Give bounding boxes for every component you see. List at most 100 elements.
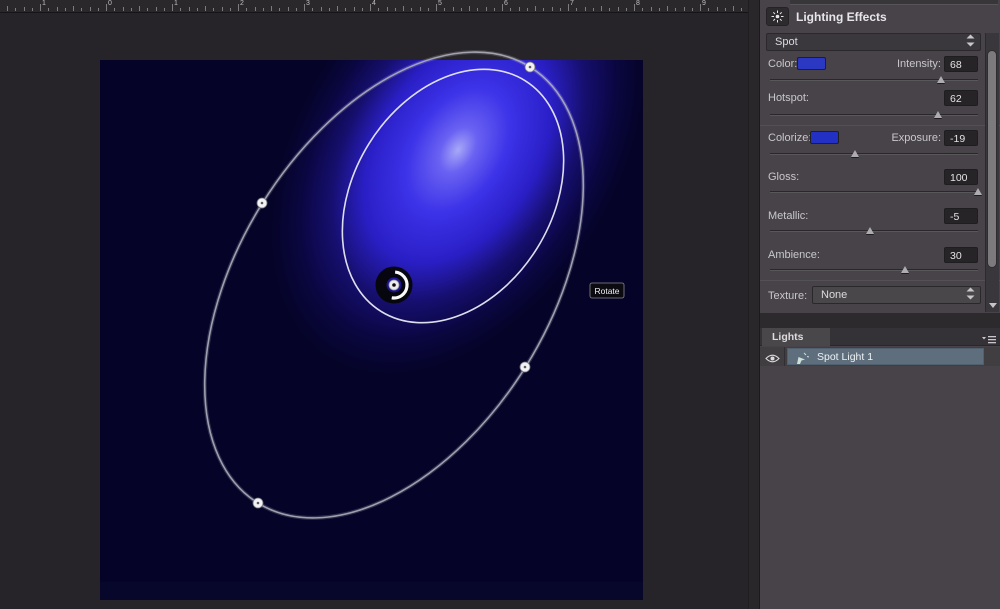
scrollbar-thumb[interactable] <box>987 50 997 268</box>
ruler-tick <box>444 8 445 11</box>
ruler-tick <box>733 6 734 11</box>
ruler-tick <box>98 8 99 11</box>
document-canvas[interactable]: Rotate <box>0 0 760 609</box>
panel-scrollbar[interactable] <box>985 33 999 312</box>
ruler-tick <box>527 8 528 11</box>
light-item-selected[interactable]: Spot Light 1 <box>787 348 984 365</box>
metallic-slider-thumb[interactable] <box>866 227 874 234</box>
intensity-slider-thumb[interactable] <box>937 76 945 83</box>
texture-value: None <box>821 289 847 301</box>
ruler-number: 2 <box>240 0 244 7</box>
ruler-tick <box>172 4 173 11</box>
ruler-tick <box>32 8 33 11</box>
ambience-slider[interactable] <box>770 266 978 275</box>
handle-left[interactable] <box>257 198 267 208</box>
ruler-tick <box>65 8 66 11</box>
ruler-tick <box>131 8 132 11</box>
gloss-slider-thumb[interactable] <box>974 188 982 195</box>
rotate-tooltip-label: Rotate <box>594 286 619 296</box>
ruler-tick <box>205 6 206 11</box>
handle-top[interactable] <box>525 62 535 72</box>
ruler-tick <box>189 7 190 11</box>
ruler-tick <box>486 7 487 11</box>
light-type-dropdown[interactable]: Spot <box>766 33 981 51</box>
separator <box>760 280 1000 281</box>
ruler-tick <box>601 6 602 11</box>
hotspot-slider-thumb[interactable] <box>934 111 942 118</box>
ruler-number: 4 <box>372 0 376 7</box>
ruler-tick <box>568 4 569 11</box>
colorize-swatch[interactable] <box>810 131 839 144</box>
hotspot-label: Hotspot: <box>768 92 809 104</box>
tab-lights[interactable]: Lights <box>762 328 830 346</box>
ruler-tick <box>246 8 247 11</box>
ruler-tick <box>675 8 676 11</box>
ruler-tick <box>147 8 148 11</box>
ambience-slider-thumb[interactable] <box>901 266 909 273</box>
ruler-tick <box>362 8 363 11</box>
light-item-label: Spot Light 1 <box>817 351 873 363</box>
ruler-tick <box>106 4 107 11</box>
texture-label: Texture: <box>768 290 807 302</box>
ruler-tick <box>123 7 124 11</box>
hotspot-slider[interactable] <box>770 111 978 120</box>
gloss-value[interactable]: 100 <box>944 169 978 185</box>
ruler-tick <box>667 6 668 11</box>
ruler-tick <box>560 8 561 11</box>
exposure-label: Exposure: <box>871 132 941 144</box>
ruler-tick <box>329 8 330 11</box>
ruler-tick <box>543 8 544 11</box>
ruler-tick <box>378 8 379 11</box>
ruler-number: 7 <box>570 0 574 7</box>
color-swatch[interactable] <box>797 57 826 70</box>
exposure-slider[interactable] <box>770 150 978 159</box>
ruler-number: 6 <box>504 0 508 7</box>
ruler-tick <box>684 7 685 11</box>
ruler-number: 1 <box>174 0 178 7</box>
ruler-tick <box>271 6 272 11</box>
ruler-tick <box>296 8 297 11</box>
ruler-tick <box>519 7 520 11</box>
ruler-tick <box>263 8 264 11</box>
lights-panel: Lights <box>760 328 1000 609</box>
ruler-number: 1 <box>42 0 46 7</box>
panel-tab-strip <box>790 0 998 5</box>
horizontal-ruler[interactable]: 10123456789 <box>0 0 748 13</box>
gloss-slider[interactable] <box>770 188 978 197</box>
spot-light-icon <box>795 351 810 365</box>
photoshop-window: Rotate 10123456789 Lighting Effects Spot <box>0 0 1000 609</box>
ruler-tick <box>453 7 454 11</box>
ruler-tick <box>634 4 635 11</box>
handle-bottom[interactable] <box>253 498 263 508</box>
ruler-tick <box>552 7 553 11</box>
ruler-tick <box>741 8 742 11</box>
hotspot-value[interactable]: 62 <box>944 90 978 106</box>
ambience-value[interactable]: 30 <box>944 247 978 263</box>
panel-dock-divider[interactable] <box>748 0 760 609</box>
ruler-tick <box>197 8 198 11</box>
ruler-number: 9 <box>702 0 706 7</box>
ruler-tick <box>502 4 503 11</box>
exposure-value[interactable]: -19 <box>944 130 978 146</box>
texture-dropdown[interactable]: None <box>812 286 981 304</box>
ruler-tick <box>420 7 421 11</box>
dropdown-spinner-icon <box>966 35 975 50</box>
ruler-tick <box>387 7 388 11</box>
light-list-row[interactable]: Spot Light 1 <box>760 347 1000 366</box>
exposure-slider-thumb[interactable] <box>851 150 859 157</box>
ruler-tick <box>626 8 627 11</box>
light-type-value: Spot <box>775 36 798 48</box>
intensity-value[interactable]: 68 <box>944 56 978 72</box>
scrollbar-down-arrow-icon[interactable] <box>989 303 997 308</box>
metallic-slider[interactable] <box>770 227 978 236</box>
ruler-tick <box>535 6 536 11</box>
ruler-tick <box>57 7 58 11</box>
ruler-tick <box>81 8 82 11</box>
light-center-widget[interactable] <box>381 272 407 298</box>
metallic-value[interactable]: -5 <box>944 208 978 224</box>
ruler-tick <box>7 6 8 11</box>
intensity-slider[interactable] <box>770 76 978 85</box>
handle-right[interactable] <box>520 362 530 372</box>
ruler-tick <box>24 7 25 11</box>
visibility-eye-icon[interactable] <box>765 351 780 362</box>
